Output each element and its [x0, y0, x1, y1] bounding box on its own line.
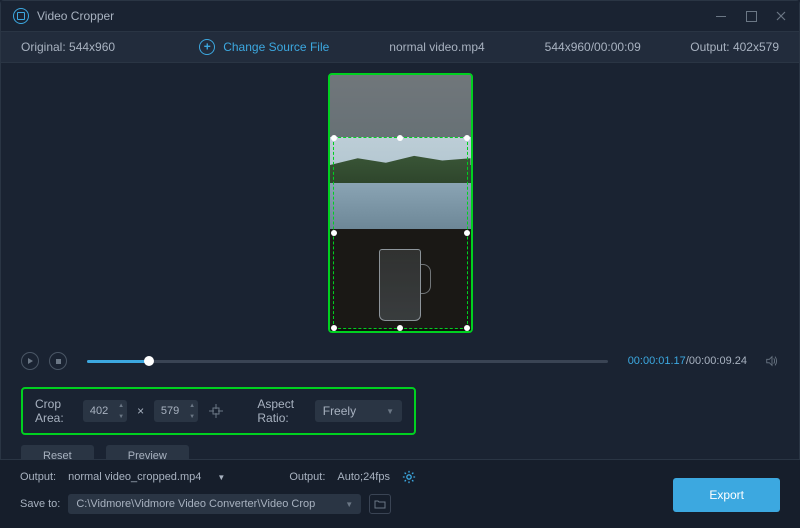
minimize-button[interactable] [715, 10, 727, 22]
output-file-chevron-icon[interactable]: ▼ [217, 473, 225, 482]
save-to-label: Save to: [20, 498, 60, 510]
crop-height-field[interactable] [154, 405, 186, 417]
playback-bar: 00:00:01.17/00:00:09.24 [1, 343, 799, 379]
plus-circle-icon [199, 39, 215, 55]
crop-width-input[interactable]: ▲▼ [83, 400, 127, 422]
width-up[interactable]: ▲ [115, 400, 127, 411]
height-up[interactable]: ▲ [186, 400, 198, 411]
maximize-button[interactable] [745, 10, 757, 22]
original-label: Original: [21, 40, 66, 54]
crop-handle-tl[interactable] [331, 135, 337, 141]
center-crop-icon[interactable] [208, 401, 224, 421]
crop-handle-mr[interactable] [464, 230, 470, 236]
video-frame[interactable] [328, 73, 473, 333]
time-display: 00:00:01.17/00:00:09.24 [628, 355, 747, 367]
time-current: 00:00:01.17 [628, 355, 686, 367]
source-filename: normal video.mp4 [389, 40, 484, 54]
output-label: Output: [690, 40, 729, 54]
output-filename: normal video_cropped.mp4 [68, 471, 201, 483]
width-down[interactable]: ▼ [115, 411, 127, 422]
time-total: 00:00:09.24 [689, 355, 747, 367]
close-button[interactable] [775, 10, 787, 22]
crop-handle-ml[interactable] [331, 230, 337, 236]
output-settings-value: Auto;24fps [337, 471, 390, 483]
play-button[interactable] [21, 352, 39, 370]
crop-area-label: Crop Area: [35, 397, 73, 425]
change-source-button[interactable]: Change Source File [199, 39, 329, 55]
aspect-ratio-value: Freely [323, 404, 356, 418]
stop-button[interactable] [49, 352, 67, 370]
crop-handle-tm[interactable] [397, 135, 403, 141]
output-settings-label: Output: [289, 471, 325, 483]
crop-handle-tr[interactable] [464, 135, 470, 141]
height-down[interactable]: ▼ [186, 411, 198, 422]
app-icon [13, 8, 29, 24]
open-folder-button[interactable] [369, 494, 391, 514]
window-title: Video Cropper [37, 9, 114, 23]
change-source-label: Change Source File [223, 40, 329, 54]
crop-handle-bm[interactable] [397, 325, 403, 331]
volume-icon[interactable] [765, 354, 779, 368]
gear-icon[interactable] [402, 470, 416, 484]
source-info: 544x960/00:00:09 [545, 40, 641, 54]
export-button[interactable]: Export [673, 478, 780, 512]
output-dims: 402x579 [733, 40, 779, 54]
save-path-value: C:\Vidmore\Vidmore Video Converter\Video… [76, 498, 315, 510]
save-path-select[interactable]: C:\Vidmore\Vidmore Video Converter\Video… [68, 494, 361, 514]
crop-handle-br[interactable] [464, 325, 470, 331]
progress-slider[interactable] [87, 360, 608, 363]
folder-icon [374, 499, 386, 509]
bottom-panel: Output: normal video_cropped.mp4 ▼ Outpu… [0, 459, 800, 528]
original-dims: 544x960 [69, 40, 115, 54]
aspect-ratio-select[interactable]: Freely [315, 400, 402, 422]
info-bar: Original: 544x960 Change Source File nor… [1, 31, 799, 63]
crop-width-field[interactable] [83, 405, 115, 417]
crop-handle-bl[interactable] [331, 325, 337, 331]
crop-settings-panel: Crop Area: ▲▼ × ▲▼ Aspect Ratio: Freely [21, 387, 416, 435]
preview-area [1, 63, 799, 343]
output-file-label: Output: [20, 471, 56, 483]
crop-height-input[interactable]: ▲▼ [154, 400, 198, 422]
dims-sep: × [137, 404, 144, 418]
titlebar: Video Cropper [1, 1, 799, 31]
aspect-ratio-label: Aspect Ratio: [257, 397, 304, 425]
crop-rectangle[interactable] [333, 137, 468, 329]
